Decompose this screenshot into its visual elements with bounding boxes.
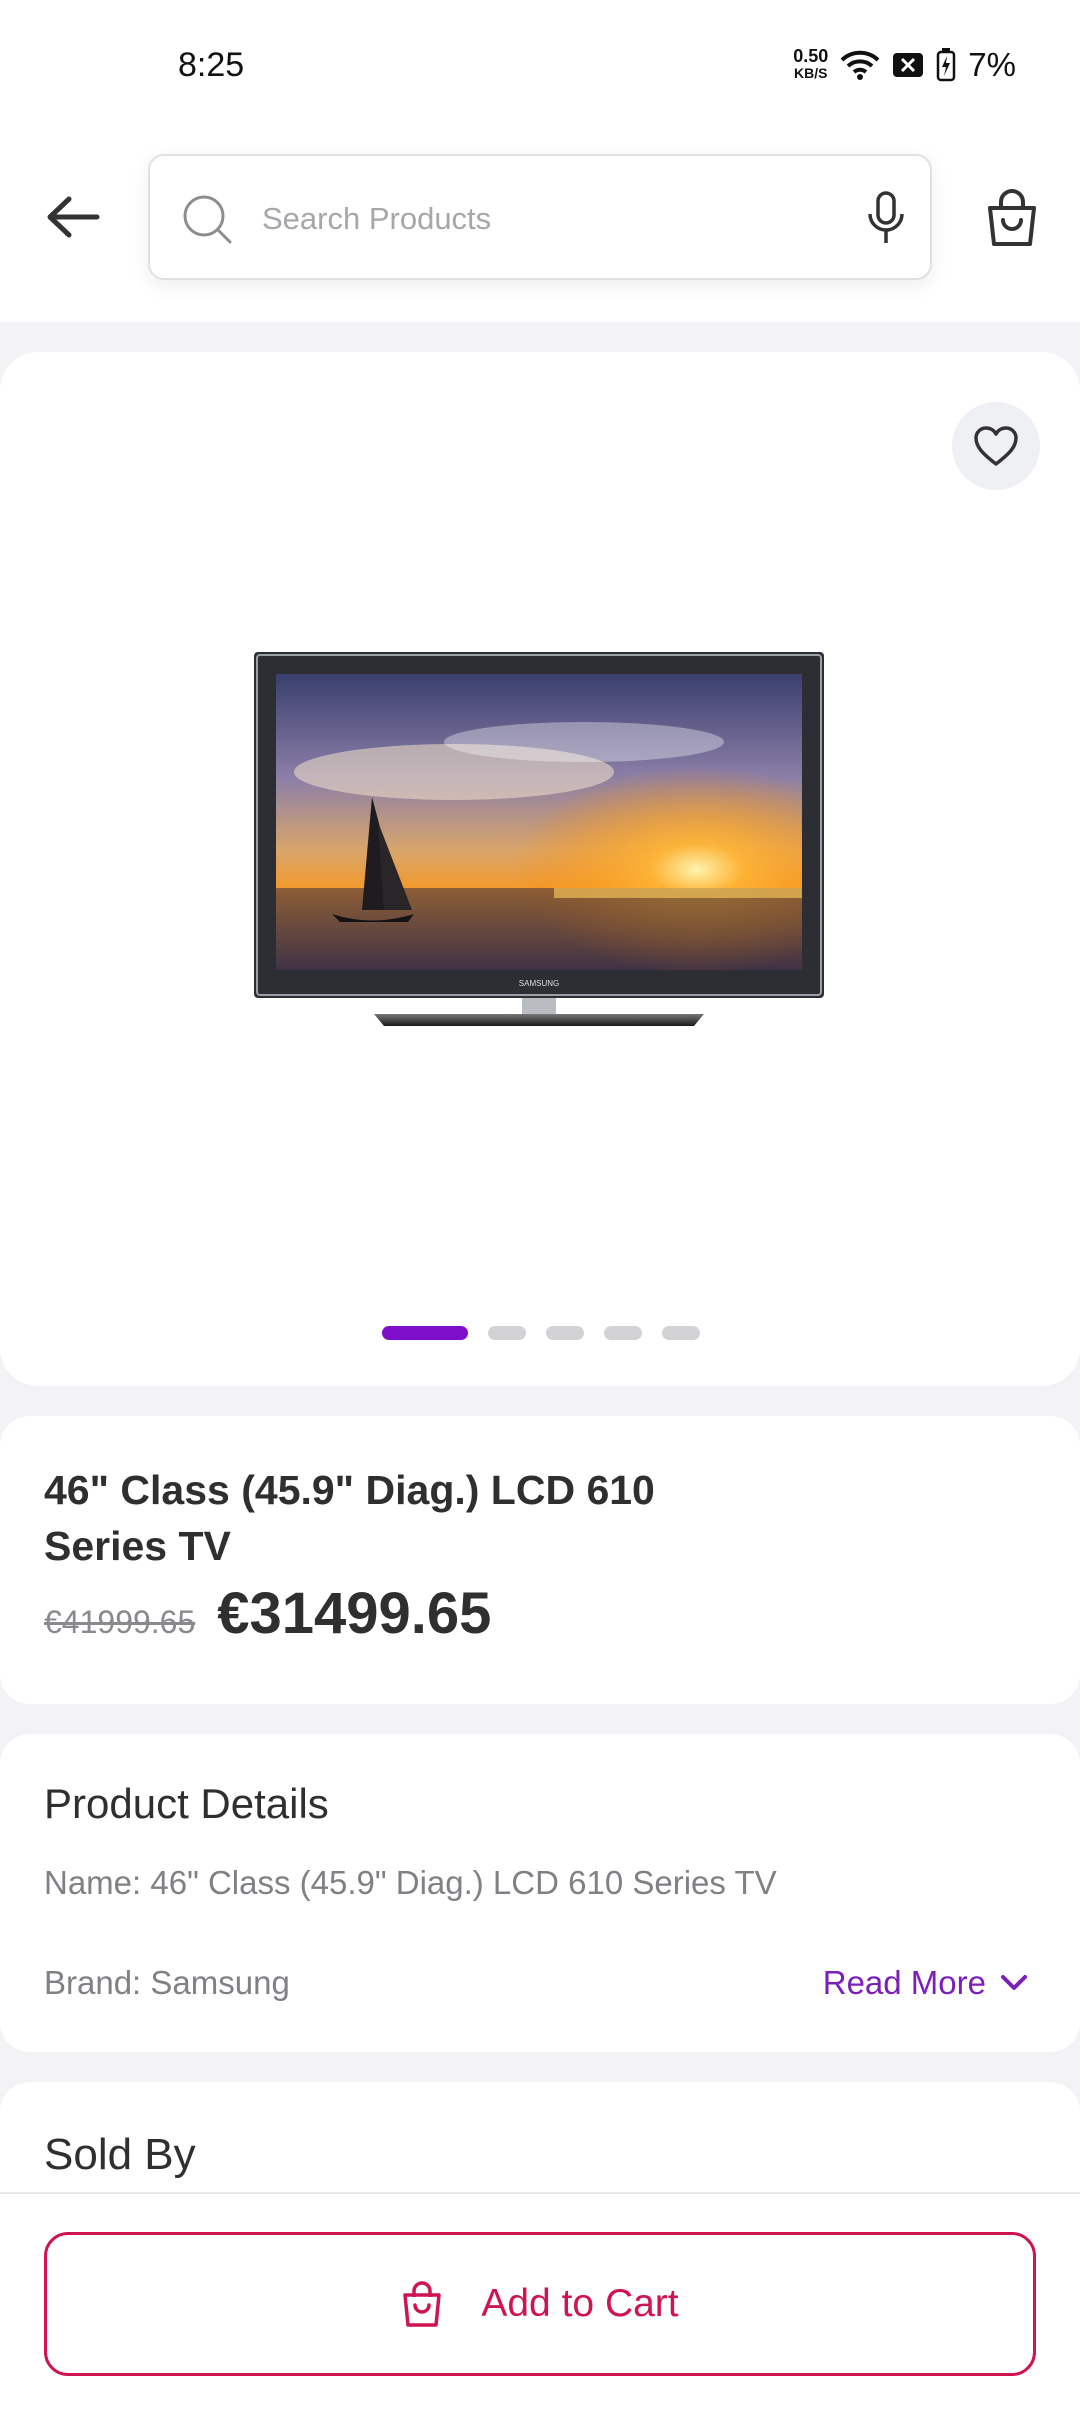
read-more-button[interactable]: Read More [823,1964,1028,2002]
chevron-down-icon [1001,1975,1027,1990]
bottom-action-bar: Add to Cart [0,2192,1080,2412]
status-time: 8:25 [178,46,245,84]
carousel-dot[interactable] [546,1326,584,1340]
battery-charging-icon [936,48,956,82]
search-input[interactable] [262,186,782,252]
search-bar[interactable] [148,154,932,280]
sold-by-heading: Sold By [44,2130,196,2179]
net-speed-value: 0.50 [793,46,829,66]
shopping-bag-button[interactable] [984,188,1040,253]
shopping-bag-icon [403,2281,442,2327]
shopping-bag-icon [988,189,1036,246]
product-title: 46" Class (45.9" Diag.) LCD 610 Series T… [44,1467,655,1569]
product-details-heading: Product Details [44,1780,329,1827]
heart-icon [974,426,1018,466]
carousel-dot[interactable] [604,1326,642,1340]
net-speed: 0.50 KB/S [793,46,829,82]
sale-price: €31499.65 [217,1581,492,1646]
mic-icon[interactable] [866,190,906,246]
image-carousel-indicator [382,1326,700,1340]
add-to-cart-button[interactable]: Add to Cart [44,2232,1036,2376]
add-to-cart-label: Add to Cart [481,2282,679,2325]
net-speed-unit: KB/S [794,65,828,81]
product-summary-card: 46" Class (45.9" Diag.) LCD 610 Series T… [0,1416,1080,1704]
read-more-label: Read More [822,1964,986,2001]
tv-brand-text: SAMSUNG [519,979,559,988]
status-bar: 8:25 0.50 KB/S 7% [0,0,1080,134]
arrow-left-icon [47,196,100,238]
sim-blocked-icon [892,52,924,78]
details-brand-line: Brand: Samsung [44,1964,290,2001]
carousel-dot[interactable] [488,1326,526,1340]
search-icon [183,195,232,244]
original-price: €41999.65 [44,1604,196,1640]
carousel-dot[interactable] [662,1326,700,1340]
price-row: €41999.65 €31499.65 [44,1580,491,1647]
top-app-bar [0,134,1080,322]
details-name-line: Name: 46" Class (45.9" Diag.) LCD 610 Se… [44,1864,777,1901]
product-detail-screen: 8:25 0.50 KB/S 7% Search Products SAMSUN… [0,0,1080,2412]
product-details-card: Product Details Name: 46" Class (45.9" D… [0,1734,1080,2052]
product-image-card: SAMSUNG [0,352,1080,1386]
favorite-button[interactable] [952,402,1040,490]
status-icons: 0.50 KB/S 7% [793,46,1016,84]
wifi-icon [840,49,880,81]
back-button[interactable] [40,184,106,250]
product-image[interactable]: SAMSUNG [254,652,824,1032]
battery-percent: 7% [968,46,1016,83]
carousel-dot[interactable] [382,1326,468,1340]
